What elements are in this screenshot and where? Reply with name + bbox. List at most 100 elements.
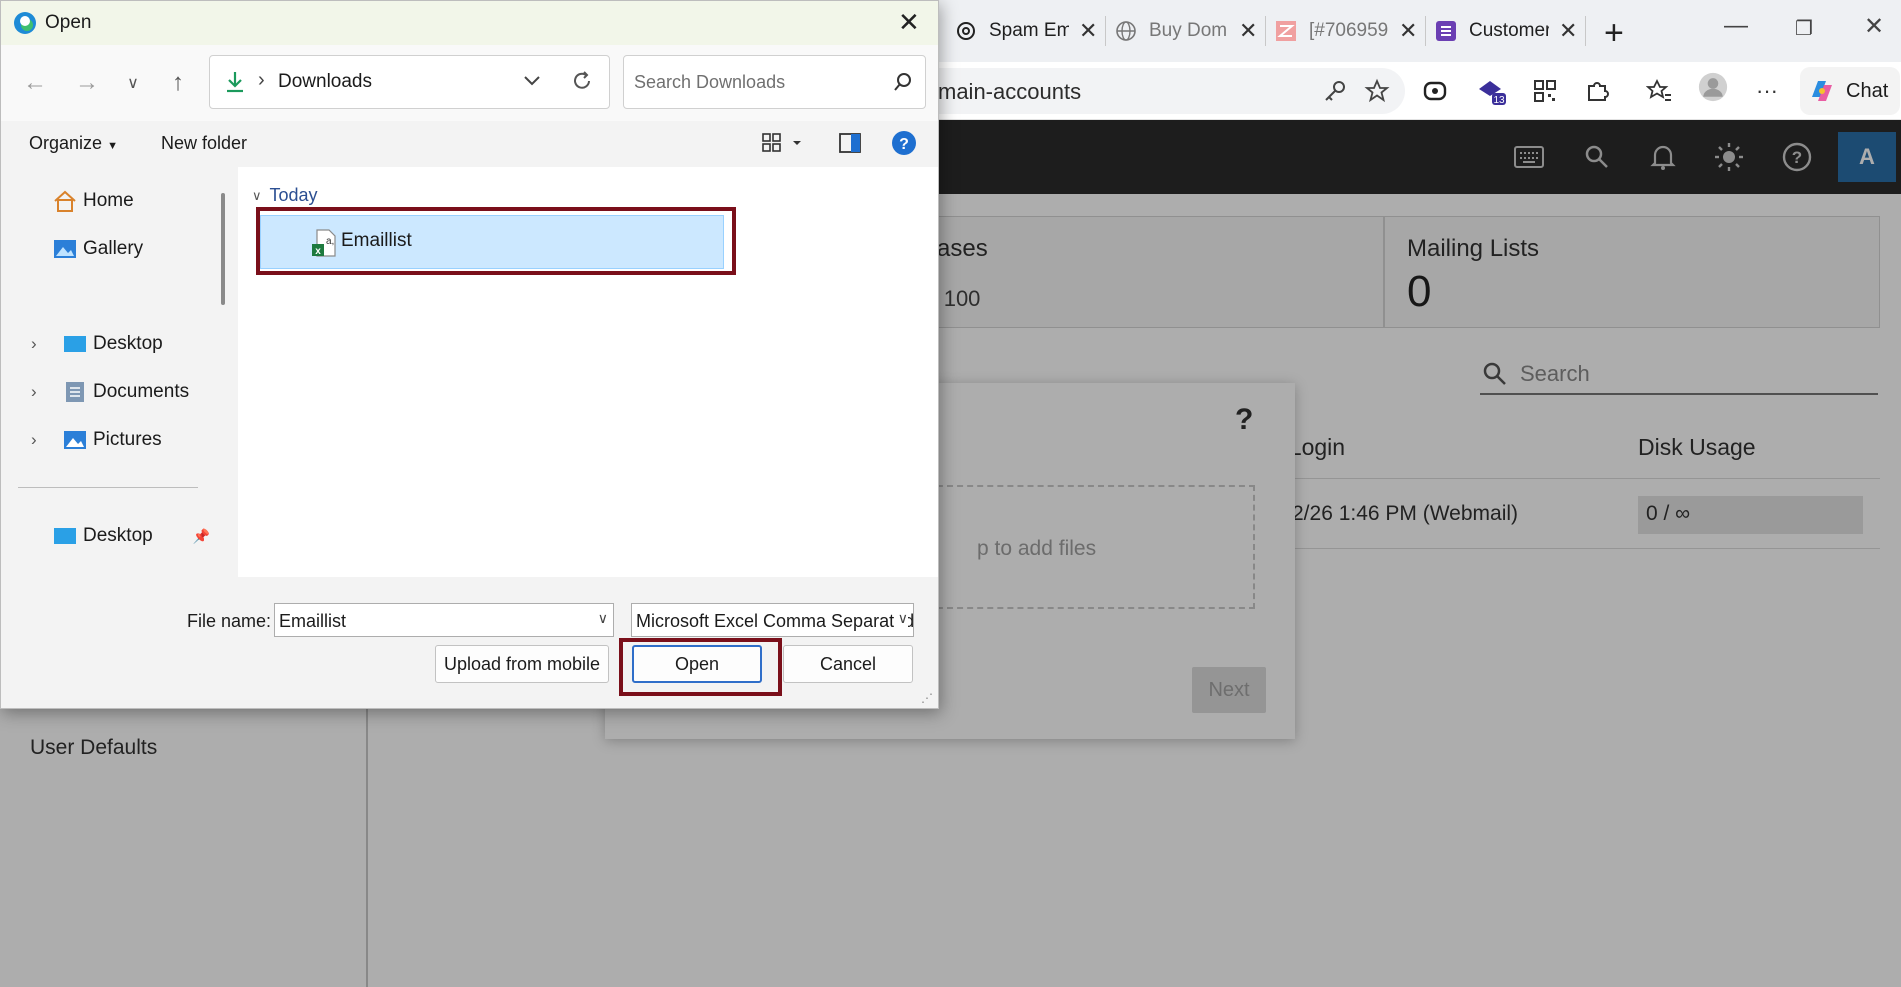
tab-divider — [1425, 16, 1426, 46]
forward-arrow-icon[interactable]: → — [73, 69, 101, 97]
breadcrumb-chevron-icon: › — [258, 69, 265, 91]
expand-chevron-icon[interactable]: › — [31, 382, 45, 402]
tab-customer[interactable]: Customer ✕ — [1435, 12, 1577, 50]
svg-text:?: ? — [899, 136, 909, 153]
qr-code-icon[interactable] — [1530, 76, 1560, 106]
filename-label: File name: — [187, 611, 272, 631]
view-options-icon[interactable] — [761, 131, 805, 160]
home-icon — [53, 190, 77, 212]
pin-icon[interactable]: 📌 — [193, 528, 210, 545]
edge-logo-icon — [13, 11, 37, 40]
desktop-folder-icon — [53, 525, 77, 547]
window-close-icon[interactable]: ✕ — [1864, 12, 1884, 41]
tab-spam-email[interactable]: Spam Em ✕ — [955, 12, 1097, 50]
address-bar[interactable]: main-accounts — [900, 68, 1405, 114]
refresh-icon[interactable] — [570, 69, 594, 98]
tab-title: Customer — [1469, 20, 1549, 41]
organize-menu[interactable]: Organize ▼ — [29, 133, 118, 154]
filename-input[interactable]: Emaillist ∨ — [274, 603, 614, 637]
expand-chevron-icon[interactable]: › — [31, 334, 45, 354]
dialog-navbar: ← → ∨ ↑ › Downloads Search Downloads — [1, 45, 938, 121]
chevron-down-icon[interactable]: ∨ — [893, 610, 908, 627]
dialog-search-input[interactable]: Search Downloads — [623, 55, 926, 109]
copilot-icon — [1808, 77, 1836, 105]
nav-label: Gallery — [83, 238, 144, 259]
nav-label: Desktop — [83, 525, 153, 546]
upload-from-mobile-button[interactable]: Upload from mobile — [435, 645, 609, 683]
key-icon[interactable] — [1320, 76, 1350, 106]
open-highlight-box — [619, 638, 782, 696]
favorites-icon[interactable] — [1644, 76, 1674, 106]
expand-chevron-icon[interactable]: › — [31, 430, 45, 450]
group-label: Today — [269, 185, 318, 205]
gallery-icon — [53, 238, 77, 260]
collapse-chevron-icon[interactable]: ∨ — [252, 188, 262, 204]
extensions-puzzle-icon[interactable] — [1582, 76, 1612, 106]
nav-label: Desktop — [93, 333, 163, 354]
group-header-today[interactable]: ∨ Today — [252, 185, 318, 206]
tab-divider — [1105, 16, 1106, 46]
back-arrow-icon[interactable]: ← — [21, 69, 49, 97]
nav-divider — [18, 487, 198, 488]
copilot-vision-icon[interactable] — [1420, 76, 1450, 106]
new-tab-button[interactable]: + — [1604, 14, 1624, 53]
favorite-star-icon[interactable] — [1362, 76, 1392, 106]
tab-title: [#706959 — [1309, 20, 1389, 41]
documents-folder-icon — [63, 381, 87, 403]
nav-label: Home — [83, 190, 134, 211]
extension-badge-icon[interactable]: 13 — [1476, 76, 1506, 106]
dialog-footer: File name: Emaillist ∨ Microsoft Excel C… — [1, 577, 938, 708]
address-dropdown-icon[interactable] — [522, 70, 542, 95]
close-tab-icon[interactable]: ✕ — [1399, 18, 1417, 44]
nav-item-home[interactable]: Home — [53, 190, 134, 212]
more-menu-icon[interactable]: ··· — [1752, 76, 1782, 106]
nav-item-desktop-pinned[interactable]: Desktop 📌 — [53, 525, 210, 547]
close-tab-icon[interactable]: ✕ — [1079, 18, 1097, 44]
preview-pane-icon[interactable] — [838, 132, 862, 159]
pictures-folder-icon — [63, 429, 87, 451]
search-icon — [892, 71, 914, 98]
search-placeholder: Search Downloads — [634, 72, 786, 92]
nav-item-desktop[interactable]: › Desktop — [31, 333, 163, 355]
dialog-titlebar: Open ✕ — [1, 1, 938, 45]
chat-label: Chat — [1846, 79, 1889, 102]
organize-label: Organize — [29, 133, 103, 153]
address-breadcrumb[interactable]: › Downloads — [209, 55, 610, 109]
openai-icon — [955, 20, 977, 42]
tab-ticket[interactable]: [#706959 ✕ — [1275, 12, 1417, 50]
forms-icon — [1435, 20, 1457, 42]
resize-grip-icon[interactable]: ⋰ — [921, 691, 933, 705]
nav-scrollbar[interactable] — [221, 193, 225, 305]
nav-item-gallery[interactable]: Gallery — [53, 238, 143, 260]
tab-title: Spam Em — [989, 20, 1069, 41]
svg-text:13: 13 — [1493, 95, 1505, 106]
close-tab-icon[interactable]: ✕ — [1559, 18, 1577, 44]
nav-label: Documents — [93, 381, 190, 402]
recent-locations-chevron-icon[interactable]: ∨ — [119, 69, 147, 97]
nav-item-pictures[interactable]: › Pictures — [31, 429, 162, 451]
profile-avatar-icon[interactable] — [1698, 72, 1728, 102]
cancel-button[interactable]: Cancel — [783, 645, 913, 683]
tab-title: Buy Dom — [1149, 20, 1228, 41]
dialog-close-icon[interactable]: ✕ — [898, 7, 920, 38]
chevron-down-icon[interactable]: ∨ — [593, 610, 608, 627]
desktop-folder-icon — [63, 333, 87, 355]
nav-label: Pictures — [93, 429, 162, 450]
up-arrow-icon[interactable]: ↑ — [164, 69, 192, 97]
dialog-command-bar: Organize ▼ New folder ? — [1, 121, 938, 167]
filetype-select[interactable]: Microsoft Excel Comma Separated ∨ — [631, 603, 914, 637]
tab-divider — [1265, 16, 1266, 46]
restore-icon[interactable]: ❐ — [1795, 16, 1813, 41]
nav-item-documents[interactable]: › Documents — [31, 381, 189, 403]
minimize-icon[interactable]: — — [1724, 12, 1748, 40]
new-folder-button[interactable]: New folder — [161, 133, 247, 154]
breadcrumb-downloads[interactable]: Downloads — [278, 71, 372, 93]
filename-value: Emaillist — [279, 611, 347, 631]
tab-buy-domain[interactable]: Buy Dom ✕ — [1115, 12, 1257, 50]
close-tab-icon[interactable]: ✕ — [1239, 18, 1257, 44]
z-icon — [1275, 20, 1297, 42]
filetype-value: Microsoft Excel Comma Separated — [636, 611, 914, 631]
copilot-chat-button[interactable]: Chat — [1800, 67, 1900, 115]
navigation-pane: Home Gallery › Desktop › Documents › Pic… — [1, 167, 213, 577]
help-icon[interactable]: ? — [891, 130, 917, 161]
